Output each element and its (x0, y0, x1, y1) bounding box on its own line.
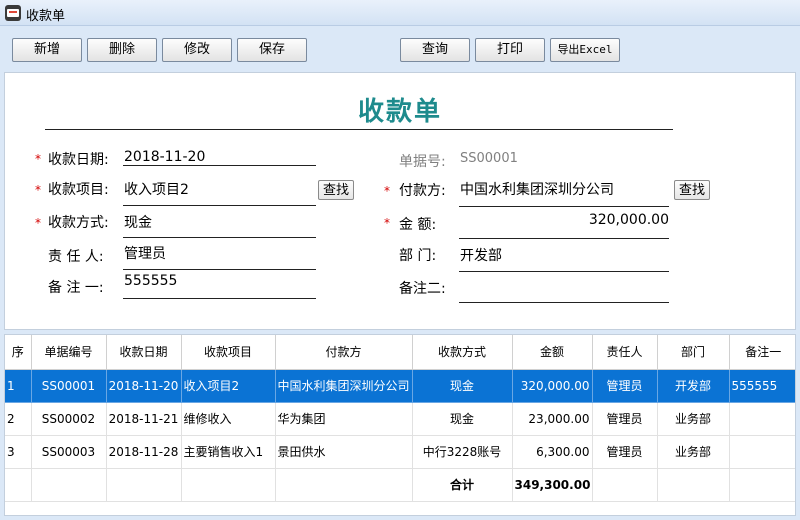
table-cell: 6,300.00 (512, 435, 593, 469)
table-row[interactable]: 2 SS00002 2018-11-21 维修收入 华为集团 现金 23,000… (5, 402, 795, 436)
table-cell: 收入项目2 (181, 369, 276, 403)
delete-button[interactable]: 删除 (87, 38, 157, 62)
column-header[interactable]: 收款项目 (181, 335, 276, 370)
column-header[interactable]: 责任人 (592, 335, 658, 370)
export-excel-button[interactable]: 导出Excel (550, 38, 620, 62)
required-mark: * (35, 183, 41, 197)
column-header[interactable]: 付款方 (275, 335, 413, 370)
window-titlebar: 收款单 (0, 0, 800, 26)
table-cell: SS00001 (31, 369, 107, 403)
table-cell: 3 (5, 435, 32, 469)
table-cell: 华为集团 (275, 402, 413, 436)
table-cell: 中国水利集团深圳分公司 (275, 369, 413, 403)
note2-label: 备注二: (399, 281, 446, 297)
total-row: 合计 349,300.00 (5, 468, 795, 502)
amount-field[interactable]: 320,000.00 (459, 212, 669, 228)
required-mark: * (35, 152, 41, 166)
title-divider (45, 129, 673, 130)
table-cell: 业务部 (657, 435, 730, 469)
date-label: 收款日期: (48, 152, 109, 168)
column-header[interactable]: 备注一 (729, 335, 795, 370)
table-cell: 管理员 (592, 435, 658, 469)
window-title: 收款单 (26, 9, 66, 24)
table-cell: 主要销售收入1 (181, 435, 276, 469)
owner-label: 责 任 人: (48, 249, 104, 265)
required-mark: * (384, 184, 390, 198)
table-cell: 现金 (412, 402, 513, 436)
doc-no-label: 单据号: (399, 154, 446, 170)
form-title: 收款单 (357, 97, 442, 127)
table-cell: SS00003 (31, 435, 107, 469)
app-icon (5, 5, 21, 21)
table-cell: 管理员 (592, 402, 658, 436)
toolbar: 新增 删除 修改 保存 查询 打印 导出Excel (0, 27, 800, 71)
total-label: 合计 (412, 468, 513, 502)
table-cell: 现金 (412, 369, 513, 403)
add-button[interactable]: 新增 (12, 38, 82, 62)
table-cell: 2018-11-20 (106, 369, 182, 403)
column-header[interactable]: 序 (5, 335, 32, 370)
table-cell: 维修收入 (181, 402, 276, 436)
edit-button[interactable]: 修改 (162, 38, 232, 62)
table-cell: 1 (5, 369, 32, 403)
item-find-button[interactable]: 查找 (318, 180, 354, 200)
grid-header-row: 序 单据编号 收款日期 收款项目 付款方 收款方式 金额 责任人 部门 备注一 (5, 335, 795, 370)
method-field[interactable]: 现金 (124, 212, 152, 232)
doc-no-field: SS00001 (460, 151, 518, 166)
dept-label: 部 门: (399, 248, 437, 264)
table-cell: 2018-11-21 (106, 402, 182, 436)
column-header[interactable]: 部门 (657, 335, 730, 370)
payer-label: 付款方: (399, 183, 446, 199)
table-cell: SS00002 (31, 402, 107, 436)
form-panel: 收款单 * 收款日期: 2018-11-20 * 收款项目: 收入项目2 查找 … (4, 72, 796, 330)
column-header[interactable]: 金额 (512, 335, 593, 370)
query-button[interactable]: 查询 (400, 38, 470, 62)
table-cell: 管理员 (592, 369, 658, 403)
table-cell: 555555 (729, 369, 795, 403)
table-cell: 2018-11-28 (106, 435, 182, 469)
required-mark: * (384, 216, 390, 230)
table-cell: 320,000.00 (512, 369, 593, 403)
table-cell (729, 402, 795, 436)
save-button[interactable]: 保存 (237, 38, 307, 62)
total-value: 349,300.00 (512, 468, 593, 502)
table-cell (729, 435, 795, 469)
item-label: 收款项目: (48, 182, 109, 198)
note1-field[interactable]: 555555 (124, 273, 177, 289)
item-field[interactable]: 收入项目2 (124, 179, 189, 199)
payer-find-button[interactable]: 查找 (674, 180, 710, 200)
amount-label: 金 额: (399, 217, 437, 233)
date-field[interactable]: 2018-11-20 (124, 149, 205, 165)
dept-field[interactable]: 开发部 (460, 245, 502, 265)
table-cell: 开发部 (657, 369, 730, 403)
column-header[interactable]: 收款方式 (412, 335, 513, 370)
payer-field[interactable]: 中国水利集团深圳分公司 (460, 179, 614, 199)
required-mark: * (35, 216, 41, 230)
table-cell: 23,000.00 (512, 402, 593, 436)
owner-field[interactable]: 管理员 (124, 243, 166, 263)
method-label: 收款方式: (48, 215, 109, 231)
table-cell: 2 (5, 402, 32, 436)
print-button[interactable]: 打印 (475, 38, 545, 62)
column-header[interactable]: 单据编号 (31, 335, 107, 370)
table-cell: 中行3228账号 (412, 435, 513, 469)
column-header[interactable]: 收款日期 (106, 335, 182, 370)
table-cell: 景田供水 (275, 435, 413, 469)
data-grid: 序 单据编号 收款日期 收款项目 付款方 收款方式 金额 责任人 部门 备注一 … (4, 334, 796, 516)
note1-label: 备 注 一: (48, 280, 104, 296)
table-row[interactable]: 3 SS00003 2018-11-28 主要销售收入1 景田供水 中行3228… (5, 435, 795, 469)
table-cell: 业务部 (657, 402, 730, 436)
table-row[interactable]: 1 SS00001 2018-11-20 收入项目2 中国水利集团深圳分公司 现… (5, 369, 795, 403)
